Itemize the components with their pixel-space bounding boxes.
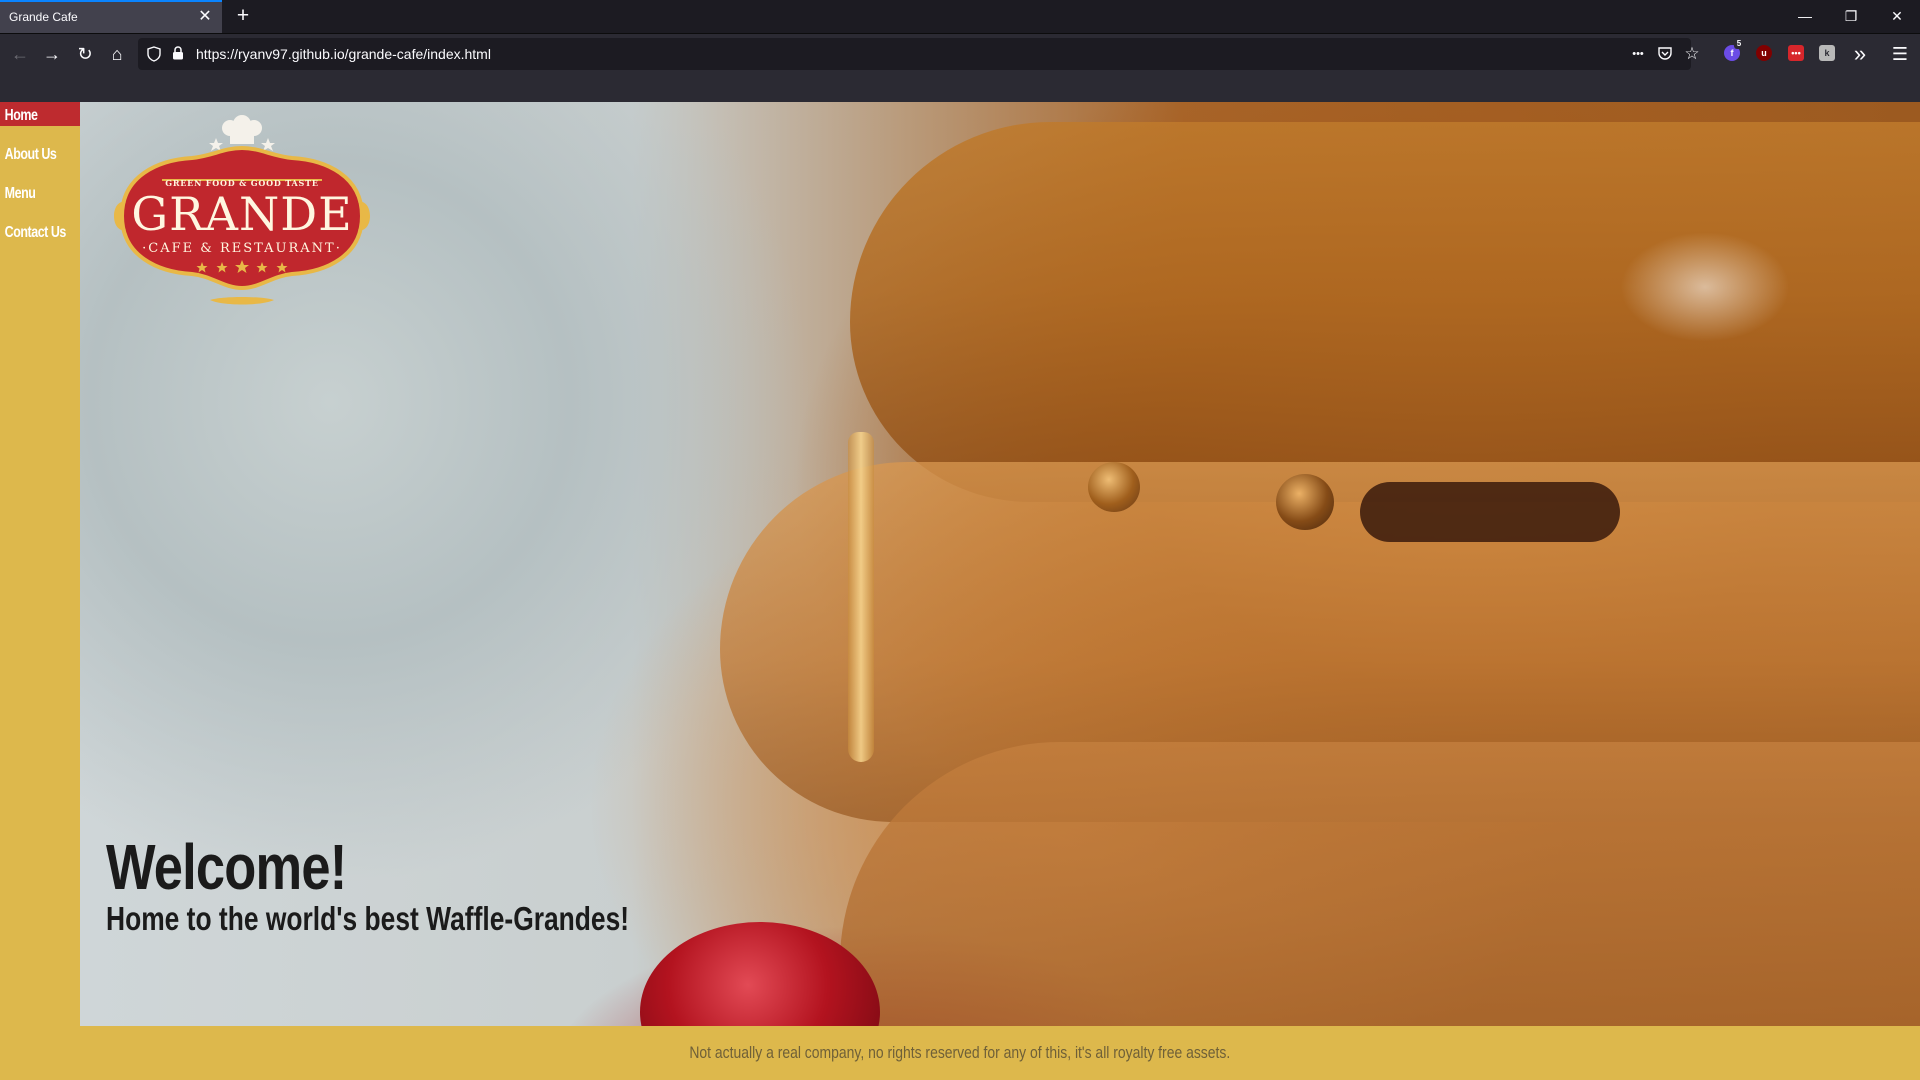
tab-close-icon[interactable]: ✕ [196,8,214,26]
nav-link-contact-us[interactable]: Contact Us [0,221,67,245]
site-side-navigation: Home About Us Menu Contact Us [0,102,80,1026]
url-bar[interactable]: https://ryanv97.github.io/grande-cafe/in… [138,38,1700,70]
reload-button[interactable]: ↻ [71,40,99,68]
bookmark-star-icon[interactable]: ☆ [1683,45,1701,63]
nav-link-home[interactable]: Home [0,104,62,128]
hero-subtitle: Home to the world's best Waffle-Grandes! [106,900,630,938]
extensions-overflow-icon[interactable]: » [1846,40,1874,68]
hero-section: GREEN FOOD & GOOD TASTE GRANDE ·CAFE & R… [80,102,1920,1026]
lock-icon[interactable] [170,46,186,62]
shield-icon[interactable] [146,46,162,62]
grande-cafe-logo[interactable]: GREEN FOOD & GOOD TASTE GRANDE ·CAFE & R… [92,110,392,340]
logo-subtitle: ·CAFE & RESTAURANT· [142,241,342,256]
restore-button[interactable]: ❐ [1828,0,1874,33]
nav-link-about-us[interactable]: About Us [0,143,62,167]
browser-navigation-bar: ← → ↻ ⌂ https://ryanv97.github.io/grande… [0,34,1920,74]
window-controls: — ❐ ✕ [1782,0,1920,33]
bookmarks-toolbar [0,74,1920,103]
hero-title: Welcome! [106,830,347,903]
home-button[interactable]: ⌂ [103,40,131,68]
close-window-button[interactable]: ✕ [1874,0,1920,33]
browser-tab-active[interactable]: Grande Cafe ✕ [0,0,222,33]
site-footer: Not actually a real company, no rights r… [0,1026,1920,1080]
page-actions-more-icon[interactable]: ••• [1629,45,1647,63]
logo-name: GRANDE [131,187,352,241]
extension-badge-count: 5 [1734,39,1744,49]
back-button[interactable]: ← [6,40,34,68]
new-tab-button[interactable]: + [231,4,255,28]
hamburger-menu-icon[interactable]: ☰ [1886,40,1914,68]
tab-title: Grande Cafe [9,10,78,24]
forward-button[interactable]: → [38,40,66,68]
chef-hat-icon [222,115,262,144]
browser-tab-bar: Grande Cafe ✕ + — ❐ ✕ [0,0,1920,34]
extension-k-icon[interactable]: k [1819,45,1835,61]
pocket-icon[interactable] [1656,45,1674,63]
page-viewport: Home About Us Menu Contact Us GREEN FOOD… [0,102,1920,1080]
lastpass-icon[interactable]: ••• [1788,45,1804,61]
url-text[interactable]: https://ryanv97.github.io/grande-cafe/in… [196,46,491,62]
minimize-button[interactable]: — [1782,0,1828,33]
ublock-origin-icon[interactable]: u [1756,45,1772,61]
nav-link-menu[interactable]: Menu [0,182,62,206]
footer-text: Not actually a real company, no rights r… [689,1043,1231,1062]
